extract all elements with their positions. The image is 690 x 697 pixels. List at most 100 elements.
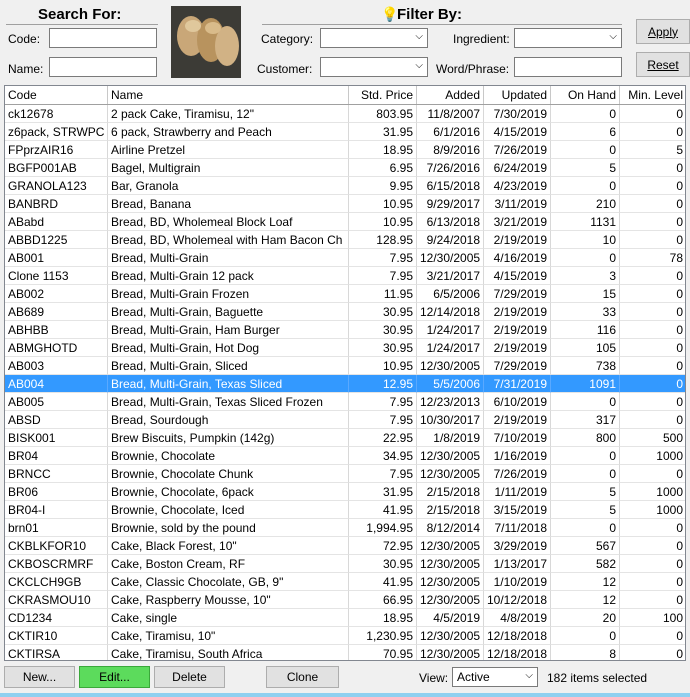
- table-cell: 72.95: [349, 537, 417, 555]
- table-cell: BGFP001AB: [5, 159, 108, 177]
- table-row[interactable]: ABMGHOTD Bread, Multi-Grain, Hot Dog 30.95…: [5, 339, 685, 357]
- table-cell: 7/26/2016: [417, 159, 484, 177]
- table-row[interactable]: CD1234 Cake, single 18.95 4/5/2019 4/8/2019 2…: [5, 609, 685, 627]
- table-cell: Bread, Multi-Grain Frozen: [108, 285, 349, 303]
- table-cell: CD1234: [5, 609, 108, 627]
- table-cell: 4/8/2019: [484, 609, 551, 627]
- table-cell: brn01: [5, 519, 108, 537]
- category-select[interactable]: ⌵: [320, 28, 428, 48]
- filter-title: Filter By:: [397, 6, 463, 23]
- table-cell: 0: [620, 627, 685, 645]
- table-row[interactable]: CKCLCH9GB Cake, Classic Chocolate, GB, 9"…: [5, 573, 685, 591]
- view-label: View:: [419, 671, 449, 685]
- table-cell: 0: [620, 645, 685, 660]
- column-header[interactable]: Std. Price: [349, 86, 417, 104]
- column-header[interactable]: Code: [5, 86, 108, 104]
- table-cell: 0: [551, 177, 620, 195]
- table-row[interactable]: BR04-I Brownie, Chocolate, Iced 41.95 2/15/…: [5, 501, 685, 519]
- table-cell: BR04: [5, 447, 108, 465]
- table-cell: 34.95: [349, 447, 417, 465]
- table-cell: 8/12/2014: [417, 519, 484, 537]
- column-header[interactable]: Updated: [484, 86, 551, 104]
- view-select[interactable]: Active ⌵: [452, 667, 538, 687]
- table-cell: BR04-I: [5, 501, 108, 519]
- table-row[interactable]: BANBRD Bread, Banana 10.95 9/29/2017 3/11/20…: [5, 195, 685, 213]
- table-cell: 4/16/2019: [484, 249, 551, 267]
- table-row[interactable]: AB004 Bread, Multi-Grain, Texas Sliced 12.…: [5, 375, 685, 393]
- table-row[interactable]: ck12678 2 pack Cake, Tiramisu, 12" 803.95 1…: [5, 105, 685, 123]
- code-label: Code:: [8, 32, 41, 46]
- column-header[interactable]: Added: [417, 86, 484, 104]
- new-button[interactable]: New...: [4, 666, 75, 688]
- table-cell: 7.95: [349, 249, 417, 267]
- table-cell: 0: [551, 105, 620, 123]
- table-row[interactable]: ABBD1225 Bread, BD, Wholemeal with Ham Ba…: [5, 231, 685, 249]
- table-cell: 9/29/2017: [417, 195, 484, 213]
- table-row[interactable]: brn01 Brownie, sold by the pound 1,994.95 8…: [5, 519, 685, 537]
- table-cell: 30.95: [349, 303, 417, 321]
- chevron-down-icon: ⌵: [415, 31, 423, 42]
- delete-button[interactable]: Delete: [154, 666, 225, 688]
- table-cell: 12/18/2018: [484, 627, 551, 645]
- table-row[interactable]: CKBOSCRMRF Cake, Boston Cream, RF 30.95 12/…: [5, 555, 685, 573]
- table-cell: 0: [620, 321, 685, 339]
- reset-button[interactable]: Reset: [636, 52, 690, 77]
- table-row[interactable]: ABHBB Bread, Multi-Grain, Ham Burger 30.95…: [5, 321, 685, 339]
- table-row[interactable]: BRNCC Brownie, Chocolate Chunk 7.95 12/30/2…: [5, 465, 685, 483]
- table-cell: 11.95: [349, 285, 417, 303]
- table-cell: Bread, Multi-Grain, Texas Sliced: [108, 375, 349, 393]
- table-row[interactable]: AB689 Bread, Multi-Grain, Baguette 30.95 12…: [5, 303, 685, 321]
- table-cell: 7/29/2019: [484, 285, 551, 303]
- table-row[interactable]: CKRASMOU10 Cake, Raspberry Mousse, 10" 66.…: [5, 591, 685, 609]
- ingredient-select[interactable]: ⌵: [514, 28, 622, 48]
- column-header[interactable]: On Hand: [551, 86, 620, 104]
- table-row[interactable]: AB002 Bread, Multi-Grain Frozen 11.95 6/5/2…: [5, 285, 685, 303]
- code-input[interactable]: [49, 28, 157, 48]
- table-cell: 10.95: [349, 195, 417, 213]
- table-cell: 1/8/2019: [417, 429, 484, 447]
- table-cell: 1131: [551, 213, 620, 231]
- table-row[interactable]: CKTIR10 Cake, Tiramisu, 10" 1,230.95 12/30/…: [5, 627, 685, 645]
- table-row[interactable]: CKTIRSA Cake, Tiramisu, South Africa 70.95…: [5, 645, 685, 660]
- clone-button[interactable]: Clone: [266, 666, 339, 688]
- table-cell: ABHBB: [5, 321, 108, 339]
- table-row[interactable]: BR04 Brownie, Chocolate 34.95 12/30/2005 1/1…: [5, 447, 685, 465]
- apply-button[interactable]: Apply: [636, 19, 690, 44]
- table-cell: 210: [551, 195, 620, 213]
- table-cell: 116: [551, 321, 620, 339]
- table-row[interactable]: ABSD Bread, Sourdough 7.95 10/30/2017 2/19/2…: [5, 411, 685, 429]
- column-header[interactable]: Min. Level: [620, 86, 685, 104]
- name-input[interactable]: [49, 57, 157, 77]
- table-row[interactable]: AB001 Bread, Multi-Grain 7.95 12/30/2005 4/1…: [5, 249, 685, 267]
- table-cell: 1000: [620, 447, 685, 465]
- search-divider: [6, 24, 158, 25]
- table-cell: 0: [620, 411, 685, 429]
- chevron-down-icon: ⌵: [525, 670, 533, 681]
- table-row[interactable]: FPprzAIR16 Airline Pretzel 18.95 8/9/2016 7/…: [5, 141, 685, 159]
- edit-button[interactable]: Edit...: [79, 666, 150, 688]
- table-cell: Brownie, sold by the pound: [108, 519, 349, 537]
- table-row[interactable]: z6pack, STRWPC 6 pack, Strawberry and Pea…: [5, 123, 685, 141]
- table-row[interactable]: Clone 1153 Bread, Multi-Grain 12 pack 7.95…: [5, 267, 685, 285]
- table-cell: Bar, Granola: [108, 177, 349, 195]
- table-row[interactable]: AB003 Bread, Multi-Grain, Sliced 10.95 12/3…: [5, 357, 685, 375]
- customer-select[interactable]: ⌵: [320, 57, 428, 77]
- table-cell: 20: [551, 609, 620, 627]
- table-cell: 6/10/2019: [484, 393, 551, 411]
- table-cell: 12/30/2005: [417, 645, 484, 660]
- table-cell: Bread, Multi-Grain, Baguette: [108, 303, 349, 321]
- table-row[interactable]: AB005 Bread, Multi-Grain, Texas Sliced Fr…: [5, 393, 685, 411]
- table-row[interactable]: GRANOLA123 Bar, Granola 9.95 6/15/2018 4/23/…: [5, 177, 685, 195]
- table-row[interactable]: ABabd Bread, BD, Wholemeal Block Loaf 10.9…: [5, 213, 685, 231]
- word-phrase-input[interactable]: [514, 57, 622, 77]
- table-row[interactable]: BISK001 Brew Biscuits, Pumpkin (142g) 22.9…: [5, 429, 685, 447]
- table-cell: 12/30/2005: [417, 537, 484, 555]
- table-row[interactable]: BR06 Brownie, Chocolate, 6pack 31.95 2/15/2…: [5, 483, 685, 501]
- table-row[interactable]: BGFP001AB Bagel, Multigrain 6.95 7/26/2016 6…: [5, 159, 685, 177]
- table-cell: 0: [620, 375, 685, 393]
- column-header[interactable]: Name: [108, 86, 349, 104]
- table-row[interactable]: CKBLKFOR10 Cake, Black Forest, 10" 72.95 12…: [5, 537, 685, 555]
- table-cell: Brownie, Chocolate: [108, 447, 349, 465]
- table-cell: Cake, Raspberry Mousse, 10": [108, 591, 349, 609]
- table-cell: 3/15/2019: [484, 501, 551, 519]
